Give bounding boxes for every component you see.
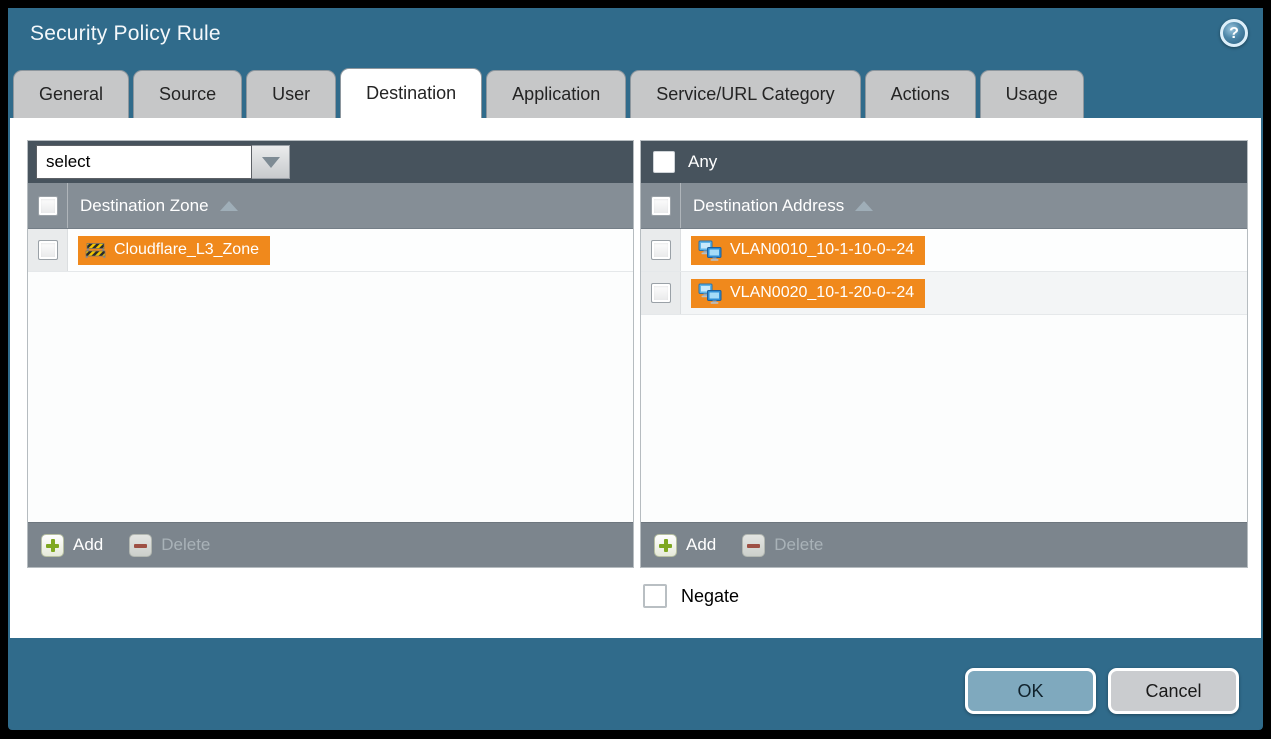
network-address-icon <box>698 283 722 304</box>
destination-address-panel: Any Destination Address <box>640 140 1248 568</box>
zone-type-dropdown: select <box>36 145 290 179</box>
table-row: Cloudflare_L3_Zone <box>28 229 633 272</box>
delete-minus-icon <box>129 534 152 557</box>
address-row-checkbox[interactable] <box>651 283 671 303</box>
tab-application[interactable]: Application <box>486 70 626 118</box>
address-panel-footer: Add Delete <box>641 522 1247 567</box>
zone-table-body: Cloudflare_L3_Zone <box>28 229 633 522</box>
address-column-header[interactable]: Destination Address <box>693 196 873 216</box>
address-table-body: VLAN0010_10-1-10-0--24 <box>641 229 1247 522</box>
tab-user[interactable]: User <box>246 70 336 118</box>
zone-type-dropdown-value[interactable]: select <box>36 145 252 179</box>
zone-column-header[interactable]: Destination Zone <box>80 196 238 216</box>
address-column-label: Destination Address <box>693 196 844 216</box>
security-policy-rule-dialog: Security Policy Rule ? General Source Us… <box>8 8 1263 730</box>
tab-service-url-category[interactable]: Service/URL Category <box>630 70 860 118</box>
address-item-label: VLAN0020_10-1-20-0--24 <box>730 284 914 302</box>
any-checkbox[interactable] <box>653 151 675 173</box>
network-address-icon <box>698 240 722 261</box>
zone-item-cloudflare-l3-zone[interactable]: Cloudflare_L3_Zone <box>78 236 270 265</box>
sort-ascending-icon <box>220 201 238 211</box>
tab-destination[interactable]: Destination <box>340 68 482 118</box>
table-row: VLAN0020_10-1-20-0--24 <box>641 272 1247 315</box>
address-panel-toolbar: Any <box>641 141 1247 183</box>
delete-minus-icon <box>742 534 765 557</box>
ok-button[interactable]: OK <box>965 668 1096 714</box>
zone-add-button[interactable]: Add <box>41 534 103 557</box>
dialog-title: Security Policy Rule <box>30 22 221 46</box>
sort-ascending-icon <box>855 201 873 211</box>
zone-item-label: Cloudflare_L3_Zone <box>114 241 259 259</box>
zone-barricade-icon <box>85 241 106 259</box>
add-plus-icon <box>654 534 677 557</box>
any-label: Any <box>688 152 717 172</box>
help-icon[interactable]: ? <box>1220 19 1248 47</box>
address-table-header: Destination Address <box>641 183 1247 229</box>
address-item-vlan0010[interactable]: VLAN0010_10-1-10-0--24 <box>691 236 925 265</box>
cancel-button[interactable]: Cancel <box>1108 668 1239 714</box>
negate-option: Negate <box>643 584 739 608</box>
destination-zone-panel: select Destination Zone <box>27 140 634 568</box>
address-row-checkbox[interactable] <box>651 240 671 260</box>
dropdown-arrow-icon[interactable] <box>252 145 290 179</box>
address-add-button[interactable]: Add <box>654 534 716 557</box>
address-select-all-checkbox[interactable] <box>651 196 671 216</box>
tab-usage[interactable]: Usage <box>980 70 1084 118</box>
zone-column-label: Destination Zone <box>80 196 209 216</box>
tab-source[interactable]: Source <box>133 70 242 118</box>
address-item-label: VLAN0010_10-1-10-0--24 <box>730 241 914 259</box>
zone-row-checkbox[interactable] <box>38 240 58 260</box>
negate-label: Negate <box>681 586 739 607</box>
table-row: VLAN0010_10-1-10-0--24 <box>641 229 1247 272</box>
destination-tab-content: select Destination Zone <box>10 118 1261 638</box>
tab-actions[interactable]: Actions <box>865 70 976 118</box>
zone-delete-button[interactable]: Delete <box>129 534 210 557</box>
tab-bar: General Source User Destination Applicat… <box>13 68 1084 118</box>
address-item-vlan0020[interactable]: VLAN0020_10-1-20-0--24 <box>691 279 925 308</box>
zone-panel-toolbar: select <box>28 141 633 183</box>
address-delete-button[interactable]: Delete <box>742 534 823 557</box>
tab-general[interactable]: General <box>13 70 129 118</box>
zone-table-header: Destination Zone <box>28 183 633 229</box>
zone-select-all-checkbox[interactable] <box>38 196 58 216</box>
negate-checkbox[interactable] <box>643 584 667 608</box>
add-plus-icon <box>41 534 64 557</box>
zone-panel-footer: Add Delete <box>28 522 633 567</box>
